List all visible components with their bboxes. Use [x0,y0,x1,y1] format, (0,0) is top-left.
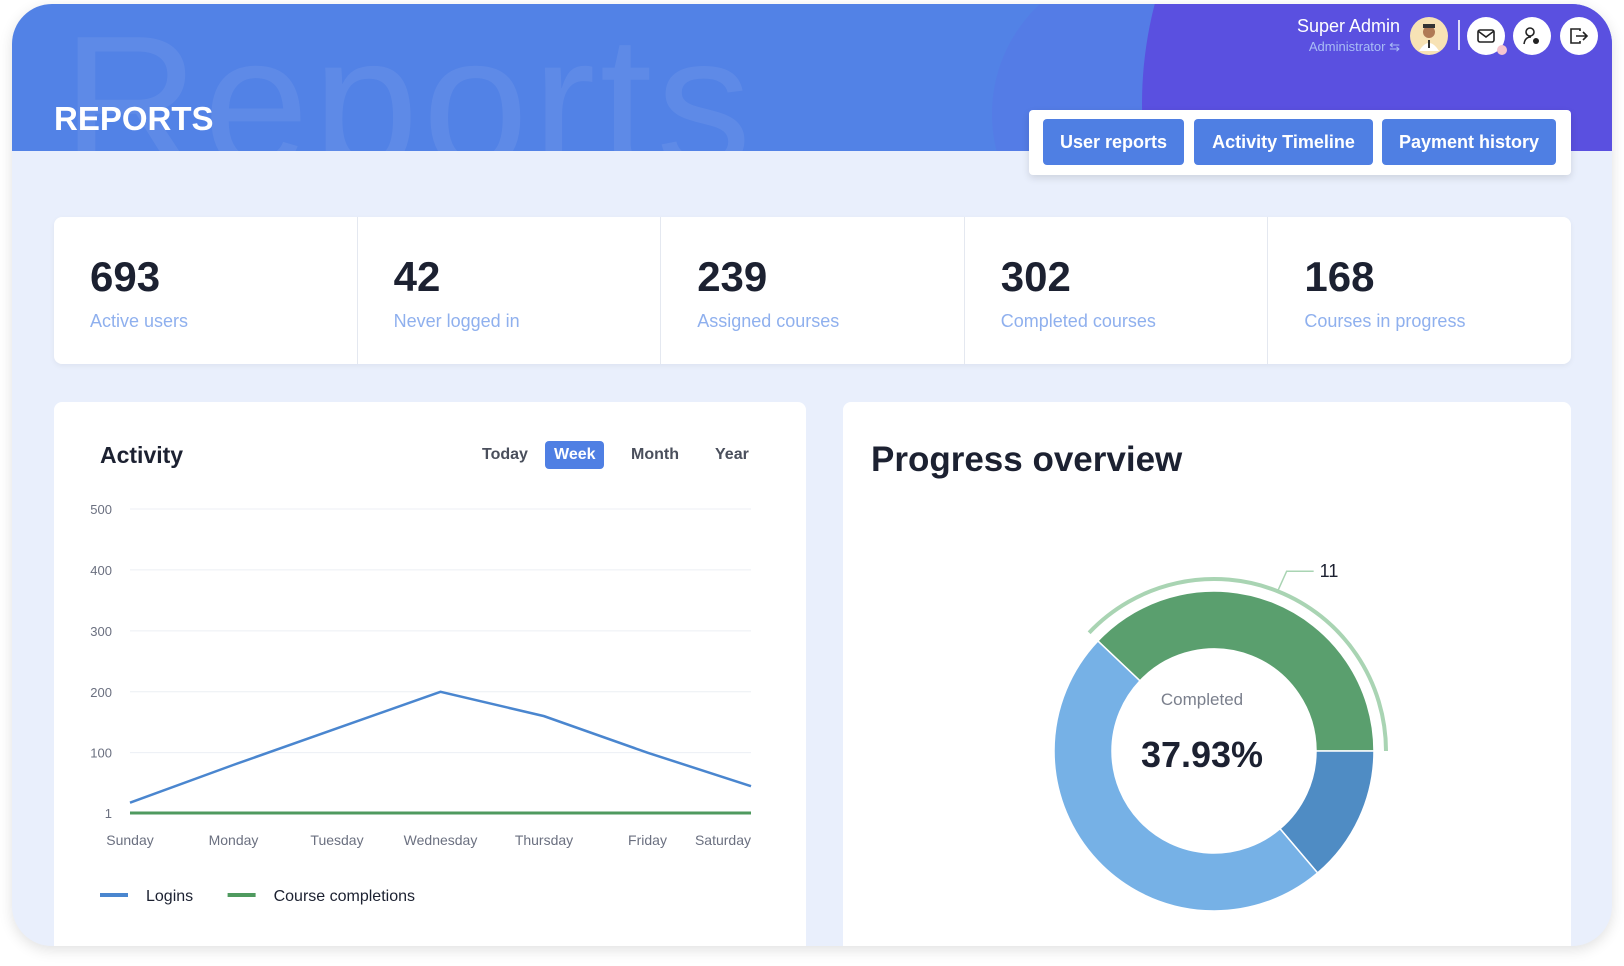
user-info[interactable]: Super Admin Administrator ⇆ [1297,16,1400,55]
label-leader-line [1276,570,1314,592]
y-tick-label: 200 [90,685,112,700]
avatar[interactable] [1410,17,1448,55]
y-tick-label: 1 [105,806,112,821]
y-tick-label: 100 [90,746,112,761]
logout-icon [1570,28,1589,44]
tab-activity-timeline[interactable]: Activity Timeline [1194,119,1373,165]
notification-dot [1497,45,1507,55]
donut-center-value: 37.93% [1140,734,1264,775]
mail-button[interactable] [1467,17,1507,55]
legend-label: Logins [146,888,193,905]
app-frame: Reports REPORTS Super Admin Administrato… [12,4,1612,946]
donut-center-label: Completed [1160,690,1244,709]
switch-icon[interactable]: ⇆ [1389,39,1400,54]
stat-completed-courses: 302 Completed courses [965,217,1269,364]
legend-label: Course completions [274,888,415,905]
slice-value-label: 11 [1320,561,1339,581]
y-tick-label: 400 [90,563,112,578]
x-tick-label: Sunday [106,832,153,848]
x-tick-label: Saturday [695,832,751,848]
progress-donut-chart: 11 [1053,561,1388,912]
divider [1458,20,1460,50]
user-name: Super Admin [1296,16,1400,36]
y-tick-label: 500 [90,502,112,517]
logout-button[interactable] [1560,17,1598,55]
mail-icon [1477,29,1495,43]
x-tick-label: Thursday [515,832,573,848]
user-settings-icon [1523,27,1539,45]
stat-courses-in-progress: 168 Courses in progress [1304,253,1466,331]
x-tick-label: Friday [628,832,667,848]
report-tabs: User reports Activity Timeline Payment h… [1029,110,1571,175]
tab-user-reports[interactable]: User reports [1043,119,1184,165]
y-tick-label: 300 [90,624,112,639]
donut-slice [1096,590,1375,752]
user-role: Administrator [1308,39,1386,54]
tab-payment-history[interactable]: Payment history [1382,119,1556,165]
x-tick-label: Wednesday [404,832,478,848]
x-tick-label: Tuesday [310,832,363,848]
x-tick-label: Monday [209,832,259,848]
series-line-logins [129,690,752,804]
user-settings-button[interactable] [1513,17,1551,55]
activity-line-chart: 1 100 200 300 400 500 Sunday Monday Tuesday Wedne… [90,502,752,905]
